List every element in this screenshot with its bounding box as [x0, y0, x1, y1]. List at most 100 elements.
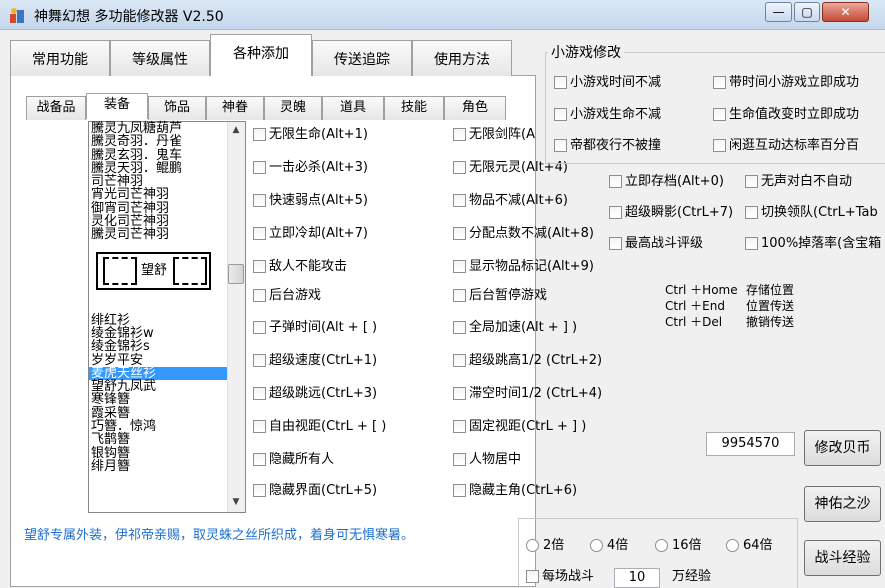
checkbox[interactable]: [453, 420, 466, 433]
list-item-boxed[interactable]: 望舒: [89, 242, 228, 314]
list-item[interactable]: 绫金锦衫s: [89, 340, 228, 353]
tab-common[interactable]: 常用功能: [10, 40, 110, 76]
radio-64x[interactable]: 64倍: [726, 536, 773, 556]
list-item[interactable]: 宵光司芒神羽: [89, 188, 228, 201]
checkbox[interactable]: [453, 194, 466, 207]
checkbox[interactable]: [453, 161, 466, 174]
list-item[interactable]: 飞鹊簪: [89, 433, 228, 446]
option-minigame-life[interactable]: 小游戏生命不减: [554, 105, 661, 125]
option-global-speedup[interactable]: 全局加速(Alt + ] ): [453, 318, 577, 338]
list-item[interactable]: 银钩簪: [89, 446, 228, 460]
subtab-souls[interactable]: 灵魄: [264, 96, 322, 120]
minimize-button[interactable]: —: [765, 2, 792, 22]
radio[interactable]: [526, 539, 539, 552]
checkbox[interactable]: [453, 484, 466, 497]
checkbox[interactable]: [453, 227, 466, 240]
option-air-time[interactable]: 滞空时间1/2 (CtrL+4): [453, 384, 602, 404]
checkbox[interactable]: [253, 453, 266, 466]
checkbox[interactable]: [253, 194, 266, 207]
option-infinite-hp[interactable]: 无限生命(Alt+1): [253, 125, 368, 145]
checkbox[interactable]: [554, 139, 567, 152]
checkbox[interactable]: [453, 128, 466, 141]
list-item[interactable]: 寒锋簪: [89, 393, 228, 406]
option-quick-weakness[interactable]: 快速弱点(Alt+5): [253, 191, 368, 211]
option-minigame-time[interactable]: 小游戏时间不减: [554, 73, 661, 93]
checkbox[interactable]: [609, 237, 622, 250]
coins-input[interactable]: 9954570: [706, 432, 795, 456]
list-item[interactable]: 騰灵玄羽．鬼车: [89, 148, 228, 162]
radio-16x[interactable]: 16倍: [655, 536, 702, 556]
checkbox[interactable]: [453, 260, 466, 273]
radio[interactable]: [655, 539, 668, 552]
list-item[interactable]: 騰灵司芒神羽: [89, 228, 228, 241]
option-timed-minigame-win[interactable]: 带时间小游戏立即成功: [713, 73, 885, 93]
option-full-drop-rate[interactable]: 100%掉落率(含宝箱: [745, 234, 885, 254]
checkbox[interactable]: [745, 175, 758, 188]
option-super-high-jump[interactable]: 超级跳高1/2 (CtrL+2): [453, 351, 602, 371]
option-hide-everyone[interactable]: 隐藏所有人: [253, 450, 334, 470]
option-one-hit-kill[interactable]: 一击必杀(Alt+3): [253, 158, 368, 178]
subtab-characters[interactable]: 角色: [444, 96, 506, 120]
checkbox[interactable]: [713, 108, 726, 121]
option-per-battle[interactable]: 每场战斗: [526, 567, 594, 587]
shenyou-sand-button[interactable]: 神佑之沙: [804, 486, 881, 522]
close-button[interactable]: ✕: [822, 2, 869, 22]
option-max-battle-rating[interactable]: 最高战斗评级: [609, 234, 703, 254]
checkbox[interactable]: [609, 175, 622, 188]
option-items-not-reduce[interactable]: 物品不减(Alt+6): [453, 191, 568, 211]
list-item[interactable]: 岁岁平安: [89, 353, 228, 367]
subtab-consumables[interactable]: 战备品: [26, 96, 86, 120]
checkbox[interactable]: [253, 354, 266, 367]
checkbox[interactable]: [453, 453, 466, 466]
option-switch-leader[interactable]: 切换领队(CtrL+Tab: [745, 203, 885, 223]
option-center-character[interactable]: 人物居中: [453, 450, 521, 470]
scroll-down-icon[interactable]: ▼: [229, 497, 243, 507]
checkbox[interactable]: [554, 108, 567, 121]
radio-2x[interactable]: 2倍: [526, 536, 564, 556]
option-bullet-time[interactable]: 子弹时间(Alt + [ ): [253, 318, 377, 338]
checkbox[interactable]: [713, 76, 726, 89]
option-background-pause[interactable]: 后台暂停游戏: [453, 286, 547, 306]
option-infinite-sword-array[interactable]: 无限剑阵(Al: [453, 125, 536, 145]
option-silent-dialog[interactable]: 无声对白不自动: [745, 172, 852, 192]
checkbox[interactable]: [526, 570, 539, 583]
option-super-speed[interactable]: 超级速度(CtrL+1): [253, 351, 377, 371]
option-interaction-full-rate[interactable]: 闲逛互动达标率百分百: [713, 136, 885, 156]
option-instant-save[interactable]: 立即存档(Alt+0): [609, 172, 724, 192]
checkbox[interactable]: [554, 76, 567, 89]
checkbox[interactable]: [453, 387, 466, 400]
list-item[interactable]: 騰灵奇羽．丹雀: [89, 135, 228, 148]
subtab-equipment[interactable]: 装备: [86, 93, 148, 119]
list-item[interactable]: 绯红衫: [89, 314, 228, 327]
subtab-blessings[interactable]: 神眷: [206, 96, 264, 120]
battle-exp-button[interactable]: 战斗经验: [804, 540, 881, 576]
radio[interactable]: [726, 539, 739, 552]
checkbox[interactable]: [745, 237, 758, 250]
checkbox[interactable]: [253, 387, 266, 400]
tab-add-items[interactable]: 各种添加: [210, 34, 312, 76]
option-super-long-jump[interactable]: 超级跳远(CtrL+3): [253, 384, 377, 404]
list-item[interactable]: 绯月簪: [89, 460, 228, 473]
checkbox[interactable]: [253, 289, 266, 302]
scroll-up-icon[interactable]: ▲: [229, 125, 243, 135]
option-fixed-view-distance[interactable]: 固定视距(CtrL + ] ): [453, 417, 586, 437]
option-enemy-no-attack[interactable]: 敌人不能攻击: [253, 257, 347, 277]
radio-4x[interactable]: 4倍: [590, 536, 628, 556]
checkbox[interactable]: [745, 206, 758, 219]
checkbox[interactable]: [453, 289, 466, 302]
checkbox[interactable]: [253, 321, 266, 334]
checkbox[interactable]: [253, 161, 266, 174]
checkbox[interactable]: [713, 139, 726, 152]
checkbox[interactable]: [253, 484, 266, 497]
scroll-thumb[interactable]: [228, 264, 244, 284]
option-free-view-distance[interactable]: 自由视距(CtrL + [ ): [253, 417, 386, 437]
option-super-dash[interactable]: 超级瞬影(CtrL+7): [609, 203, 733, 223]
maximize-button[interactable]: ▢: [794, 2, 820, 22]
option-background-game[interactable]: 后台游戏: [253, 286, 321, 306]
option-instant-cooldown[interactable]: 立即冷却(Alt+7): [253, 224, 368, 244]
option-hide-ui[interactable]: 隐藏界面(CtrL+5): [253, 481, 377, 501]
equipment-list[interactable]: 騰灵九凤糖葫芦 騰灵奇羽．丹雀 騰灵玄羽．鬼车 騰灵天羽．鲲鹏 司芒神羽 宵光司…: [88, 121, 246, 513]
modify-coins-button[interactable]: 修改贝币: [804, 430, 881, 466]
option-night-walk[interactable]: 帝都夜行不被撞: [554, 136, 661, 156]
list-scrollbar[interactable]: [227, 122, 245, 512]
